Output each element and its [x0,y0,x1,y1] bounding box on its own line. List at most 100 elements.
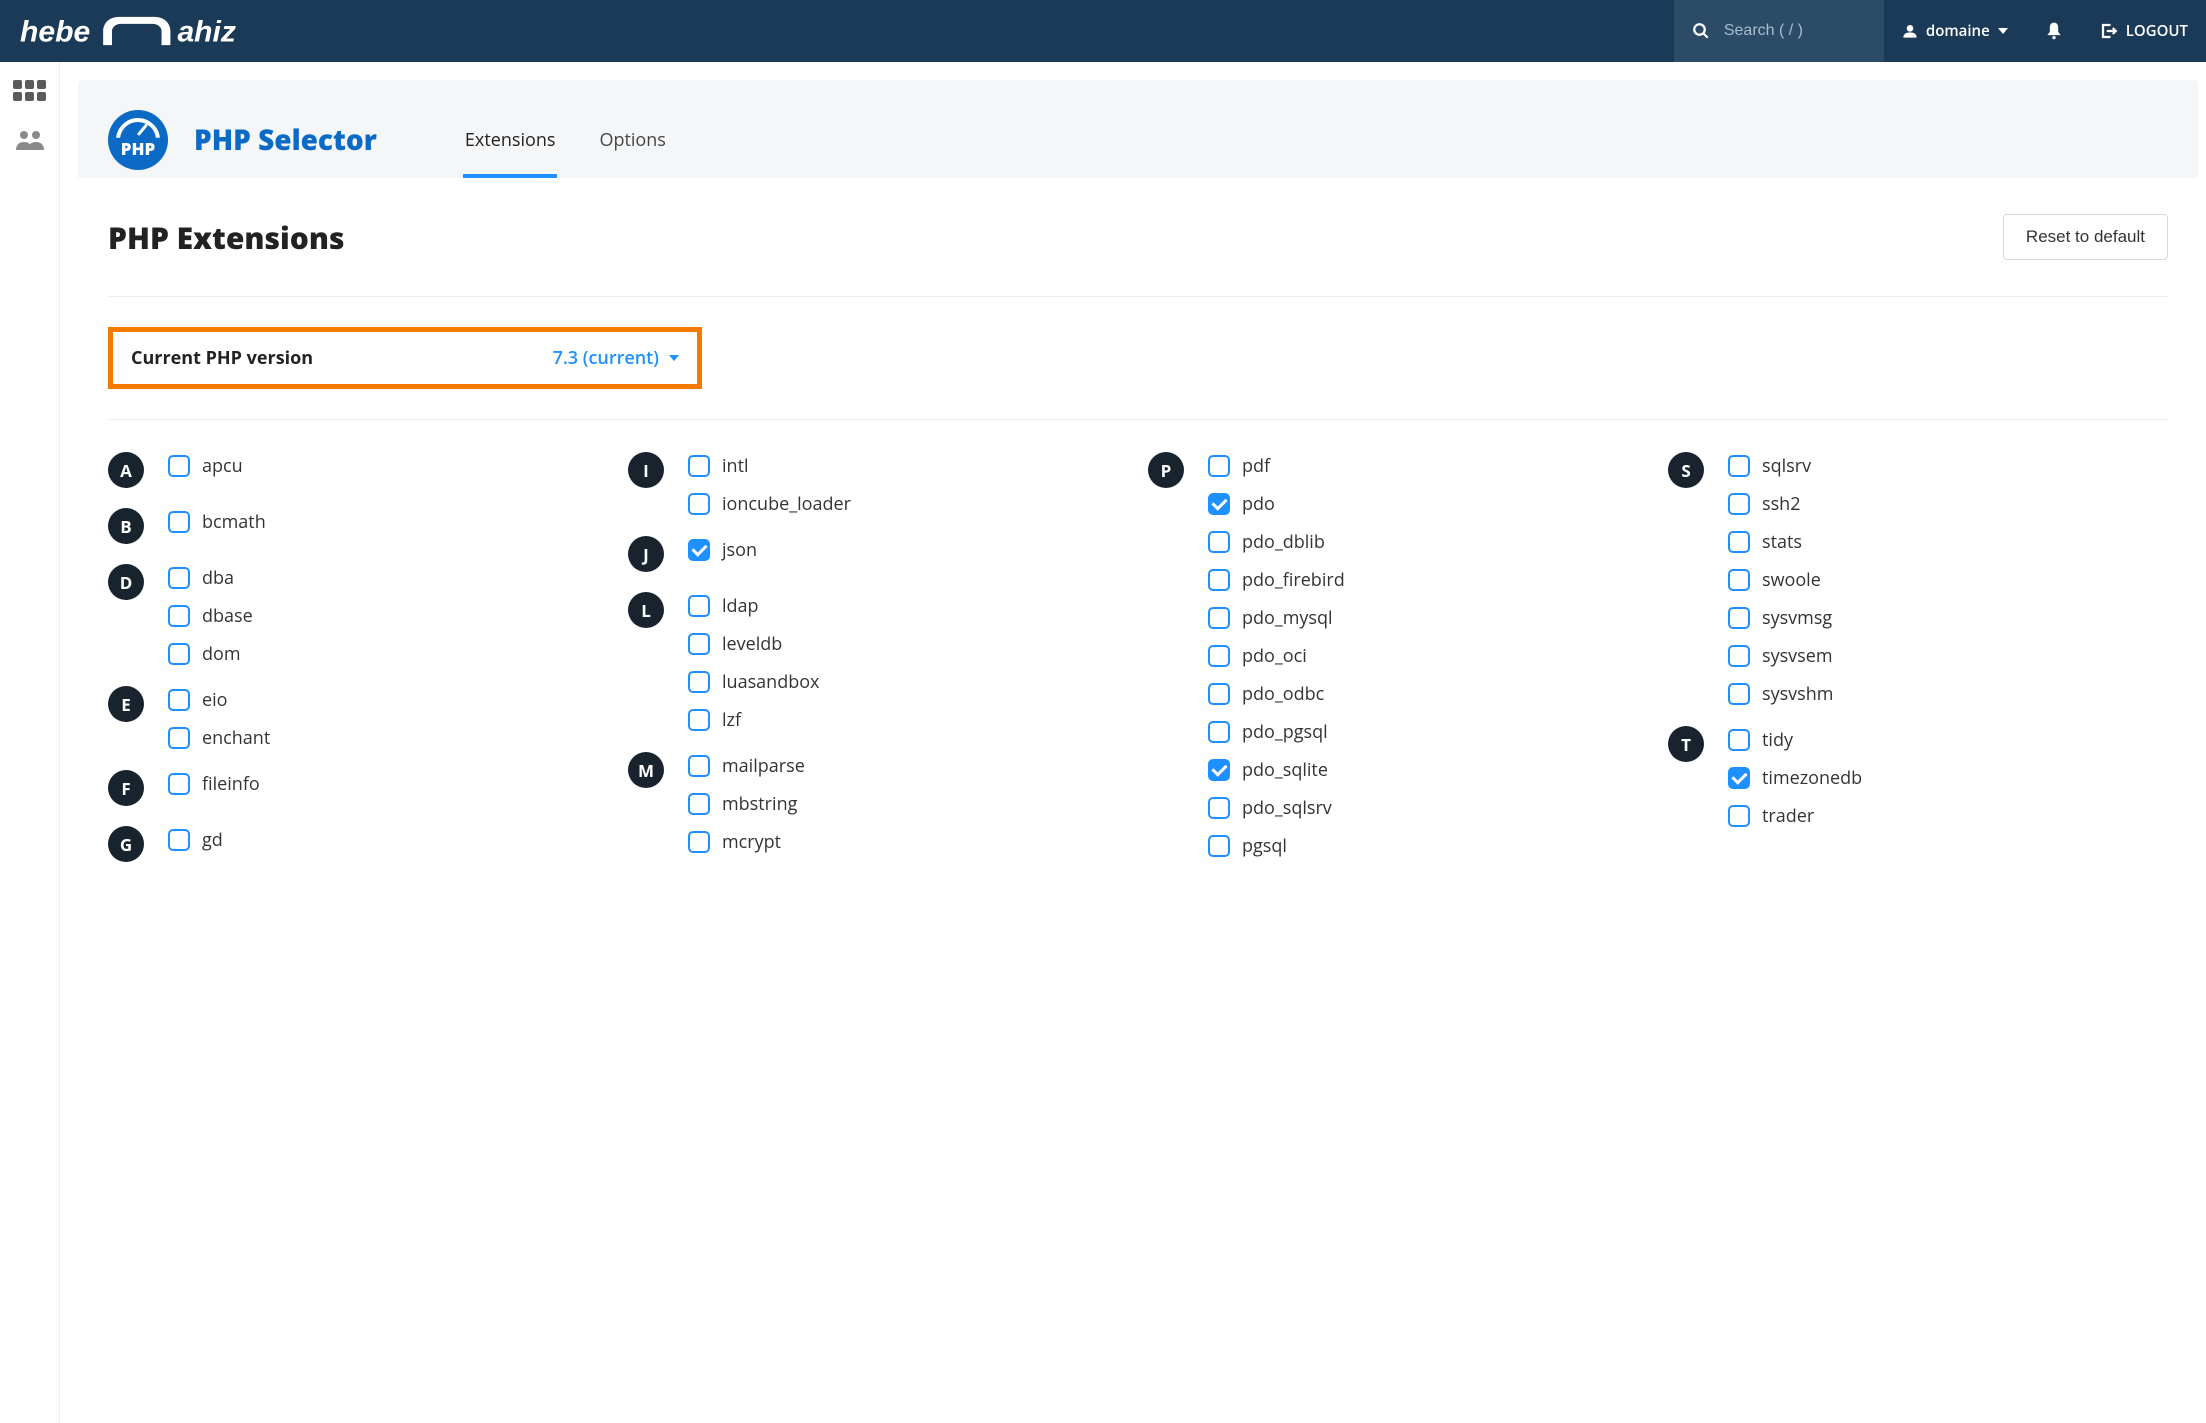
ext-item-ssh2[interactable]: ssh2 [1728,492,2168,516]
ext-item-eio[interactable]: eio [168,688,608,712]
ext-item-pgsql[interactable]: pgsql [1208,834,1648,858]
checkbox[interactable] [1208,721,1230,743]
ext-item-fileinfo[interactable]: fileinfo [168,772,608,796]
tab-extensions[interactable]: Extensions [463,102,558,178]
users-icon[interactable] [15,127,45,160]
ext-item-enchant[interactable]: enchant [168,726,608,750]
brand-logo[interactable]: hebe ahiz [0,0,270,62]
checkbox[interactable] [1728,683,1750,705]
ext-item-sysvmsg[interactable]: sysvmsg [1728,606,2168,630]
checkbox[interactable] [688,493,710,515]
ext-item-dba[interactable]: dba [168,566,608,590]
ext-label: dba [202,566,234,590]
checkbox[interactable] [1728,767,1750,789]
ext-item-timezonedb[interactable]: timezonedb [1728,766,2168,790]
ext-item-dbase[interactable]: dbase [168,604,608,628]
checkbox[interactable] [1208,835,1230,857]
checkbox[interactable] [688,755,710,777]
ext-item-ldap[interactable]: ldap [688,594,1128,618]
checkbox[interactable] [168,773,190,795]
ext-item-ioncube_loader[interactable]: ioncube_loader [688,492,1128,516]
checkbox[interactable] [688,633,710,655]
ext-item-pdo[interactable]: pdo [1208,492,1648,516]
checkbox[interactable] [168,689,190,711]
checkbox[interactable] [688,831,710,853]
ext-item-pdo_sqlsrv[interactable]: pdo_sqlsrv [1208,796,1648,820]
ext-label: dom [202,642,241,666]
checkbox[interactable] [1208,531,1230,553]
checkbox[interactable] [1208,569,1230,591]
checkbox[interactable] [1208,455,1230,477]
checkbox[interactable] [168,511,190,533]
checkbox[interactable] [1208,493,1230,515]
search-input[interactable] [1724,22,1854,40]
version-dropdown[interactable]: 7.3 (current) [553,346,679,370]
reset-button[interactable]: Reset to default [2003,214,2168,260]
ext-item-dom[interactable]: dom [168,642,608,666]
ext-item-pdf[interactable]: pdf [1208,454,1648,478]
ext-item-tidy[interactable]: tidy [1728,728,2168,752]
ext-item-pdo_dblib[interactable]: pdo_dblib [1208,530,1648,554]
checkbox[interactable] [688,793,710,815]
checkbox[interactable] [688,671,710,693]
ext-item-pdo_mysql[interactable]: pdo_mysql [1208,606,1648,630]
ext-item-intl[interactable]: intl [688,454,1128,478]
ext-item-leveldb[interactable]: leveldb [688,632,1128,656]
ext-item-json[interactable]: json [688,538,1128,562]
ext-item-pdo_pgsql[interactable]: pdo_pgsql [1208,720,1648,744]
ext-item-trader[interactable]: trader [1728,804,2168,828]
apps-grid-icon[interactable] [13,80,46,101]
ext-item-pdo_sqlite[interactable]: pdo_sqlite [1208,758,1648,782]
ext-item-sqlsrv[interactable]: sqlsrv [1728,454,2168,478]
ext-item-mbstring[interactable]: mbstring [688,792,1128,816]
checkbox[interactable] [1728,569,1750,591]
ext-item-mailparse[interactable]: mailparse [688,754,1128,778]
ext-item-pdo_firebird[interactable]: pdo_firebird [1208,568,1648,592]
ext-item-sysvsem[interactable]: sysvsem [1728,644,2168,668]
ext-column: Ppdf pdo pdo_dblib pdo_firebird pdo_mysqlpdo… [1148,450,1648,880]
checkbox[interactable] [1728,531,1750,553]
search-box[interactable] [1674,0,1884,62]
ext-item-luasandbox[interactable]: luasandbox [688,670,1128,694]
ext-item-pdo_oci[interactable]: pdo_oci [1208,644,1648,668]
user-menu[interactable]: domaine [1884,0,2026,62]
checkbox[interactable] [688,595,710,617]
tab-options[interactable]: Options [597,102,667,178]
checkbox[interactable] [168,567,190,589]
logout-button[interactable]: LOGOUT [2082,0,2206,62]
checkbox[interactable] [168,455,190,477]
ext-items: sqlsrv ssh2 stats swoole sysvmsg sysvsem sysvs… [1728,450,2168,706]
ext-item-swoole[interactable]: swoole [1728,568,2168,592]
checkbox[interactable] [1728,455,1750,477]
checkbox[interactable] [1728,729,1750,751]
ext-item-sysvshm[interactable]: sysvshm [1728,682,2168,706]
ext-item-mcrypt[interactable]: mcrypt [688,830,1128,854]
ext-label: sysvsem [1762,644,1833,668]
checkbox[interactable] [1208,683,1230,705]
ext-item-gd[interactable]: gd [168,828,608,852]
checkbox[interactable] [688,455,710,477]
ext-item-lzf[interactable]: lzf [688,708,1128,732]
checkbox[interactable] [1208,797,1230,819]
notifications-button[interactable] [2026,0,2082,62]
ext-item-pdo_odbc[interactable]: pdo_odbc [1208,682,1648,706]
checkbox[interactable] [1728,607,1750,629]
ext-item-stats[interactable]: stats [1728,530,2168,554]
checkbox[interactable] [688,539,710,561]
checkbox[interactable] [1728,805,1750,827]
checkbox[interactable] [1728,645,1750,667]
letter-badge: P [1148,452,1184,488]
checkbox[interactable] [168,829,190,851]
checkbox[interactable] [1208,645,1230,667]
checkbox[interactable] [168,643,190,665]
module-tabs: Extensions Options [463,102,668,178]
checkbox[interactable] [168,605,190,627]
checkbox[interactable] [1208,607,1230,629]
ext-item-apcu[interactable]: apcu [168,454,608,478]
checkbox[interactable] [1208,759,1230,781]
letter-badge: F [108,770,144,806]
checkbox[interactable] [168,727,190,749]
checkbox[interactable] [1728,493,1750,515]
ext-item-bcmath[interactable]: bcmath [168,510,608,534]
checkbox[interactable] [688,709,710,731]
